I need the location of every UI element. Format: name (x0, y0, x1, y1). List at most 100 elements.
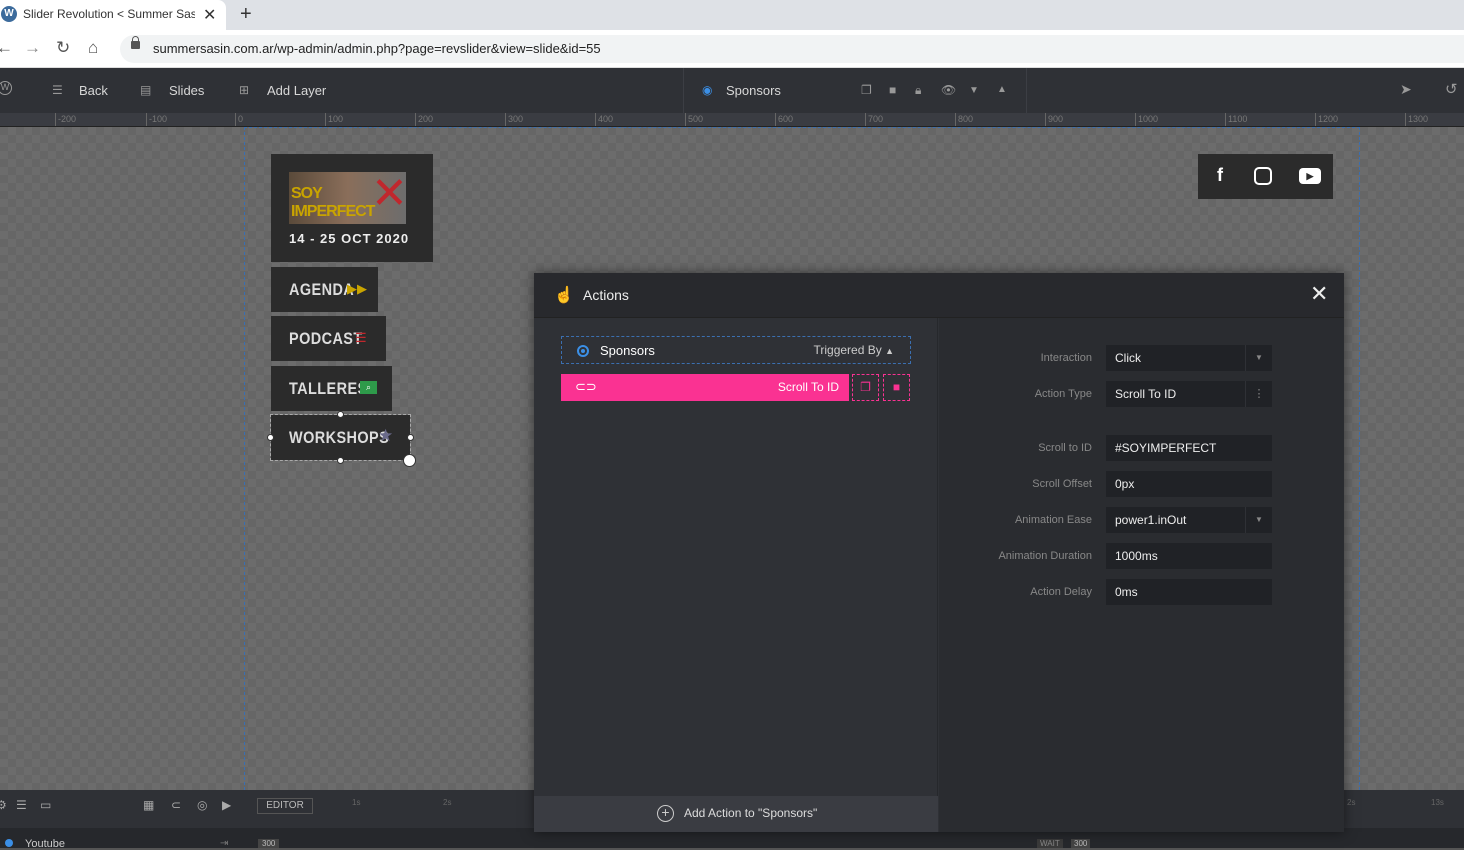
menu-icon[interactable]: ☰ (52, 83, 63, 97)
ruler-tick: 700 (865, 113, 883, 126)
lock-icon[interactable]: 🔒︎ (915, 83, 921, 98)
ruler-tick: 600 (775, 113, 793, 126)
editor-badge[interactable]: EDITOR (257, 798, 313, 814)
scroll-offset-value: 0px (1115, 477, 1135, 491)
tab-title: Slider Revolution < Summer Sasin (23, 7, 195, 21)
list-icon: ☰ (355, 330, 367, 345)
selected-layer-name[interactable]: Sponsors (726, 83, 781, 99)
podcast-label: PODCAST (289, 329, 363, 348)
action-type-select[interactable]: Scroll To ID ⋮ (1106, 381, 1272, 407)
pointer-icon[interactable]: ➤ (1400, 81, 1412, 98)
interaction-label: Interaction (1040, 352, 1092, 364)
resize-handle[interactable] (337, 411, 344, 418)
action-delay-input[interactable]: 0ms (1106, 579, 1272, 605)
modal-title: Actions (583, 287, 629, 303)
action-type-value: Scroll To ID (1115, 387, 1177, 401)
add-layer-icon[interactable]: ⊞ (239, 83, 249, 97)
time-mark: 2s (1347, 798, 1356, 807)
resize-corner-handle[interactable] (403, 454, 416, 467)
slides-button[interactable]: Slides (169, 83, 204, 99)
add-circle-icon: + (657, 805, 674, 822)
action-delay-value: 0ms (1115, 585, 1138, 599)
forward-arrow-icon[interactable]: → (24, 38, 41, 58)
animation-ease-select[interactable]: power1.inOut ▼ (1106, 507, 1272, 533)
slides-icon[interactable]: ▤ (140, 83, 151, 97)
sync-icon[interactable]: ◎ (197, 798, 207, 812)
talleres-label: TALLERES (289, 379, 368, 398)
scroll-to-id-input[interactable]: #SOYIMPERFECT (1106, 435, 1272, 461)
fast-forward-icon: ▶▶ (347, 281, 367, 296)
cross-mark-icon: ✕ (371, 169, 408, 218)
ruler-tick: 100 (325, 113, 343, 126)
layer-radio-icon: ◉ (702, 83, 713, 97)
action-delay-label: Action Delay (1030, 586, 1092, 598)
event-logo-layer[interactable]: SOY IMPERFECT ✕ 14 - 25 OCT 2020 (271, 154, 433, 262)
hand-pointer-icon: ☝ (554, 287, 574, 304)
resize-handle[interactable] (407, 434, 414, 441)
animation-duration-input[interactable]: 1000ms (1106, 543, 1272, 569)
browser-tab[interactable]: W Slider Revolution < Summer Sasin ✕ (0, 0, 226, 30)
action-settings-panel: Interaction Click ▼ Action Type Scroll T… (939, 318, 1344, 832)
action-item-name: Scroll To ID (777, 380, 839, 394)
add-layer-button[interactable]: Add Layer (267, 83, 326, 99)
move-up-icon[interactable]: ▲ (997, 84, 1007, 95)
grid-icon[interactable]: ▦ (143, 798, 154, 812)
resize-handle[interactable] (267, 434, 274, 441)
visibility-eye-icon[interactable]: 👁︎ (941, 83, 956, 97)
duplicate-action-button[interactable]: ❐ (852, 374, 879, 401)
home-icon[interactable]: ⌂ (88, 38, 98, 58)
resize-handle[interactable] (337, 457, 344, 464)
toolbar-divider (1026, 68, 1027, 113)
social-layer[interactable]: f ▶ (1198, 154, 1333, 199)
reload-icon[interactable]: ↻ (56, 38, 70, 58)
close-icon[interactable]: ✕ (1310, 282, 1328, 306)
layer-dot-icon (5, 839, 13, 847)
animation-ease-value: power1.inOut (1115, 513, 1187, 527)
chevron-down-icon: ▼ (1245, 507, 1272, 533)
ruler-tick: 1200 (1315, 113, 1338, 126)
action-item[interactable]: ⊂⊃ Scroll To ID (561, 374, 849, 401)
time-mark: 13s (1431, 798, 1444, 807)
ruler-tick: 500 (685, 113, 703, 126)
podcast-layer[interactable]: PODCAST ☰ (271, 316, 386, 361)
triggered-by-toggle[interactable]: Triggered By ▲ (813, 343, 894, 357)
back-button[interactable]: Back (79, 83, 108, 99)
move-down-icon[interactable]: ▼ (969, 85, 979, 96)
workshops-layer[interactable]: WORKSHOPS ★ (270, 414, 411, 461)
editor-toolbar: W ☰ Back ▤ Slides ⊞ Add Layer ◉ Sponsors… (0, 68, 1464, 113)
wordpress-icon[interactable]: W (0, 81, 12, 95)
url-field[interactable]: summersasin.com.ar/wp-admin/admin.php?pa… (120, 35, 1464, 63)
back-arrow-icon[interactable]: ← (0, 38, 13, 58)
interaction-select[interactable]: Click ▼ (1106, 345, 1272, 371)
agenda-layer[interactable]: AGENDA ▶▶ (271, 267, 378, 312)
folder-icon[interactable]: ▭ (40, 798, 51, 812)
url-text: summersasin.com.ar/wp-admin/admin.php?pa… (153, 41, 601, 56)
add-action-button[interactable]: + Add Action to "Sponsors" (534, 796, 938, 832)
event-image: SOY IMPERFECT ✕ (289, 169, 408, 224)
delete-icon[interactable]: ■ (889, 83, 896, 97)
collapse-icon[interactable]: ⇥ (220, 838, 228, 849)
duplicate-icon[interactable]: ❐ (861, 83, 872, 97)
scroll-to-id-value: #SOYIMPERFECT (1115, 441, 1217, 455)
instagram-icon (1254, 167, 1272, 185)
layer-trigger-row[interactable]: Sponsors Triggered By ▲ (561, 336, 911, 364)
time-mark: 1s (352, 798, 361, 807)
undo-icon[interactable]: ↺ (1445, 80, 1458, 98)
list-icon[interactable]: ☰ (16, 798, 27, 812)
ruler-tick: -200 (55, 113, 76, 126)
play-icon[interactable]: ▶ (222, 798, 231, 812)
address-bar-row: ← → ↻ ⌂ summersasin.com.ar/wp-admin/admi… (0, 30, 1464, 68)
tab-close-icon[interactable]: ✕ (203, 5, 216, 25)
timeline-layer-name: Youtube (25, 838, 65, 850)
duplicate-icon: ❐ (860, 380, 871, 394)
triggered-by-label: Triggered By (813, 343, 882, 357)
action-type-label: Action Type (1034, 388, 1092, 400)
new-tab-button[interactable]: + (240, 3, 252, 26)
delete-action-button[interactable]: ■ (883, 374, 910, 401)
wait-value: 300 (1071, 839, 1091, 848)
talleres-layer[interactable]: TALLERES ⌕ (271, 366, 392, 411)
settings-icon[interactable]: ⚙ (0, 798, 7, 812)
workshops-label: WORKSHOPS (289, 428, 390, 447)
magnet-icon[interactable]: ⊂ (171, 798, 181, 812)
scroll-offset-input[interactable]: 0px (1106, 471, 1272, 497)
